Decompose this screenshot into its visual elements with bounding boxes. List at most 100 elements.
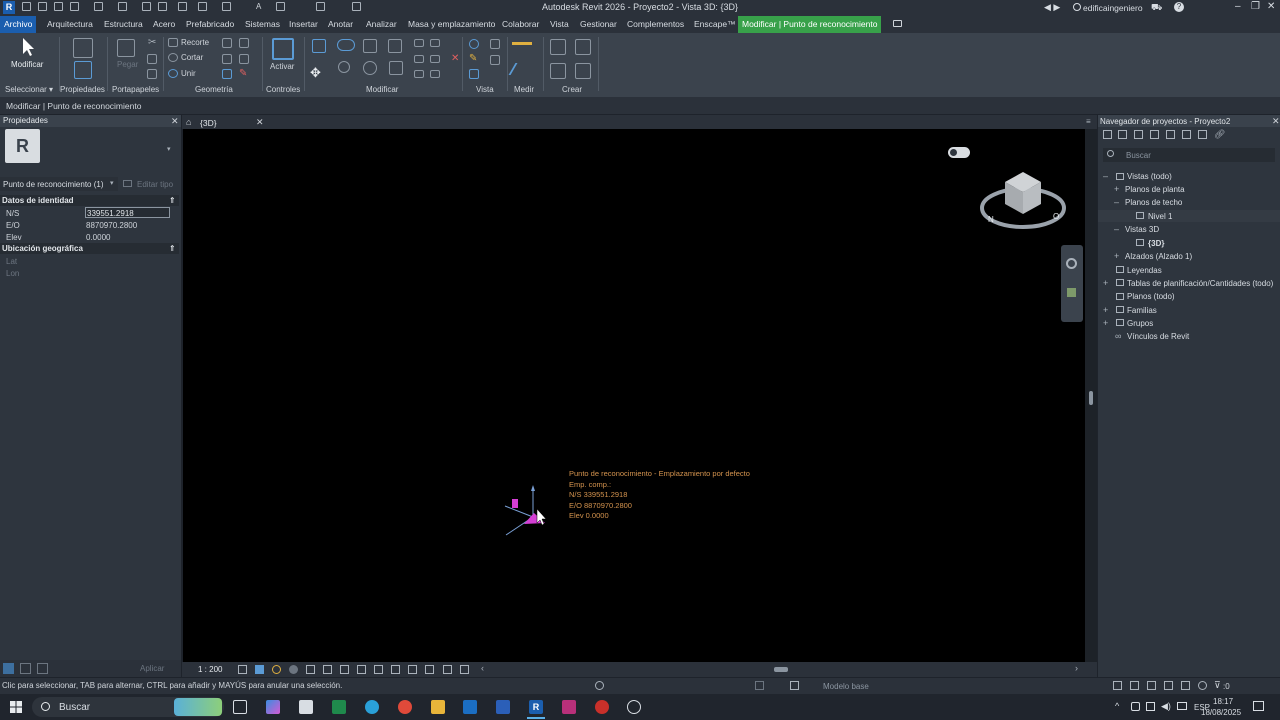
- user-name[interactable]: edificaingeniero: [1083, 3, 1143, 13]
- file-explorer-icon[interactable]: [431, 700, 445, 714]
- reveal-hidden-icon[interactable]: [391, 665, 400, 674]
- constraints-icon[interactable]: [460, 665, 469, 674]
- scroll-left-icon[interactable]: ‹: [481, 663, 484, 673]
- link-icon[interactable]: 🔗︎: [1214, 129, 1225, 140]
- home-view-icon[interactable]: ⌂: [186, 117, 191, 127]
- worksharing-icon[interactable]: [408, 665, 417, 674]
- tree-nivel-1[interactable]: Nivel 1: [1148, 212, 1172, 221]
- taskbar-search[interactable]: Buscar: [32, 697, 224, 717]
- 3d-viewport[interactable]: N O Punto de reconocimiento - Emplazamie…: [183, 129, 1085, 662]
- viewport-vertical-scrollbar[interactable]: [1085, 129, 1097, 662]
- type-dropdown-icon[interactable]: ▾: [167, 145, 171, 153]
- modify-cursor-icon[interactable]: [19, 37, 37, 57]
- shadows-icon[interactable]: [289, 665, 298, 674]
- drag-elements-icon[interactable]: [1181, 681, 1190, 690]
- tab-gestionar[interactable]: Gestionar: [576, 16, 621, 33]
- tab-arquitectura[interactable]: Arquitectura: [43, 16, 97, 33]
- pegar-button[interactable]: Pegar: [117, 60, 138, 69]
- rotate-icon[interactable]: [363, 61, 377, 75]
- browser-tool-2-icon[interactable]: [1118, 130, 1127, 139]
- volume-icon[interactable]: ◀): [1161, 701, 1171, 712]
- geometry-tool-4-icon[interactable]: [239, 54, 249, 64]
- create-tool-2-icon[interactable]: [575, 39, 591, 55]
- geometry-tool-5-icon[interactable]: [222, 69, 232, 79]
- chrome-icon[interactable]: [398, 700, 412, 714]
- paste-icon[interactable]: [117, 39, 135, 57]
- viewcube[interactable]: N O: [978, 164, 1068, 234]
- view-tool-1-icon[interactable]: [469, 39, 479, 49]
- cart-icon[interactable]: ⛟: [1151, 2, 1162, 14]
- expand-toggle[interactable]: +: [1103, 318, 1108, 328]
- user-icon[interactable]: [1073, 3, 1081, 11]
- excel-icon[interactable]: [332, 700, 346, 714]
- geometry-tool-3-icon[interactable]: [222, 54, 232, 64]
- view-tool-2-icon[interactable]: [490, 39, 500, 49]
- select-pinned-icon[interactable]: [1147, 681, 1156, 690]
- tab-anotar[interactable]: Anotar: [324, 16, 357, 33]
- select-underlay-icon[interactable]: [1130, 681, 1139, 690]
- lock-view-icon[interactable]: [357, 665, 366, 674]
- ns-input[interactable]: 339551.2918: [85, 207, 170, 218]
- close-view-icon[interactable]: ✕: [256, 117, 264, 128]
- trim-icon[interactable]: [389, 61, 403, 75]
- network-icon[interactable]: [1146, 702, 1155, 711]
- sort-icon[interactable]: [20, 663, 31, 674]
- tree-vistas-3d[interactable]: Vistas 3D: [1125, 225, 1159, 234]
- tree-vistas-todo[interactable]: Vistas (todo): [1127, 172, 1172, 181]
- revit-taskbar-icon[interactable]: R: [529, 700, 543, 714]
- browser-tool-3-icon[interactable]: [1134, 130, 1143, 139]
- ribbon-toggle-icon[interactable]: [893, 20, 902, 27]
- expand-toggle[interactable]: +: [1114, 251, 1119, 261]
- tab-complementos[interactable]: Complementos: [623, 16, 688, 33]
- view-tool-4-icon[interactable]: [490, 55, 500, 65]
- browser-tool-1-icon[interactable]: [1103, 130, 1112, 139]
- view-menu-icon[interactable]: ≡: [1086, 117, 1091, 126]
- browser-search-input[interactable]: Buscar: [1103, 148, 1275, 162]
- section-datos-identidad[interactable]: Datos de identidad ⇑: [0, 195, 179, 206]
- view-tool-3-icon[interactable]: ✎: [469, 53, 477, 64]
- tree-leyendas[interactable]: Leyendas: [1127, 266, 1162, 275]
- geometry-tool-1-icon[interactable]: [222, 38, 232, 48]
- task-view-icon[interactable]: [233, 700, 247, 714]
- close-properties-icon[interactable]: ✕: [171, 116, 179, 127]
- sun-path-icon[interactable]: [272, 665, 281, 674]
- tab-modificar-punto-reconocimiento[interactable]: Modificar | Punto de reconocimiento: [738, 16, 882, 33]
- copy-icon[interactable]: [147, 54, 157, 64]
- help-icon[interactable]: ?: [1174, 2, 1184, 12]
- close-icon[interactable]: ✕: [1267, 1, 1275, 12]
- view-scale[interactable]: 1 : 200: [198, 665, 222, 674]
- background-process-icon[interactable]: [1198, 681, 1207, 690]
- move-icon[interactable]: ✥: [310, 65, 321, 81]
- unir-button[interactable]: Unir: [181, 69, 196, 78]
- tree-vinculos-revit[interactable]: Vínculos de Revit: [1127, 332, 1189, 341]
- properties-help-icon[interactable]: [3, 663, 14, 674]
- collapse-toggle[interactable]: –: [1114, 224, 1119, 234]
- select-by-face-icon[interactable]: [1164, 681, 1173, 690]
- cut-icon[interactable]: ✂: [148, 37, 156, 48]
- tab-archivo[interactable]: Archivo: [0, 16, 37, 33]
- mirror-draw-icon[interactable]: [388, 39, 402, 53]
- properties-icon[interactable]: [74, 61, 92, 79]
- create-tool-3-icon[interactable]: [550, 63, 566, 79]
- create-tool-1-icon[interactable]: [550, 39, 566, 55]
- recorte-icon[interactable]: [168, 38, 178, 47]
- clock-time[interactable]: 18:17: [1213, 697, 1233, 706]
- scroll-right-icon[interactable]: ›: [1075, 663, 1078, 673]
- outlook-icon[interactable]: [463, 700, 477, 714]
- tray-expand-icon[interactable]: ^: [1115, 701, 1119, 711]
- tab-sistemas[interactable]: Sistemas: [241, 16, 284, 33]
- split-gap-icon[interactable]: [430, 39, 440, 47]
- unpin-icon[interactable]: [430, 70, 440, 78]
- maximize-icon[interactable]: ❐: [1251, 1, 1260, 12]
- model-icon[interactable]: [790, 681, 799, 690]
- unir-icon[interactable]: [168, 69, 178, 78]
- tab-vista[interactable]: Vista: [546, 16, 573, 33]
- notifications-icon[interactable]: [1253, 701, 1264, 711]
- scale-icon[interactable]: [430, 55, 440, 63]
- tab-colaborar[interactable]: Colaborar: [498, 16, 543, 33]
- active-model[interactable]: Modelo base: [823, 682, 869, 691]
- tree-grupos[interactable]: Grupos: [1127, 319, 1153, 328]
- expand-toggle[interactable]: +: [1103, 278, 1108, 288]
- activar-button[interactable]: Activar: [270, 62, 294, 71]
- crop-view-icon[interactable]: [323, 665, 332, 674]
